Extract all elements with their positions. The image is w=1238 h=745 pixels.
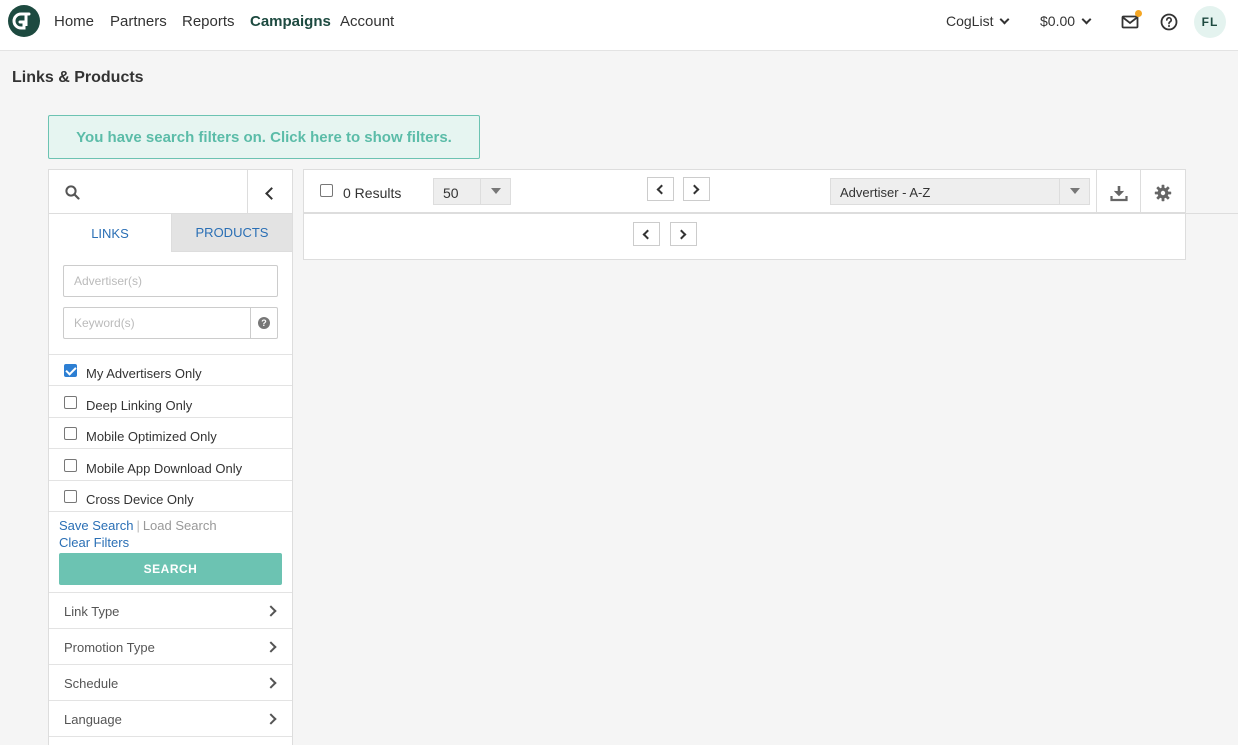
chevron-right-icon [265,677,277,689]
prev-page-button[interactable] [647,177,674,201]
filters-banner[interactable]: You have search filters on. Click here t… [48,115,480,159]
checkbox[interactable] [64,396,77,409]
question-icon: ? [258,317,270,329]
chevron-right-icon [676,229,687,240]
per-page-value: 50 [443,185,459,201]
chevron-right-icon [265,641,277,653]
sidebar-search-row[interactable] [49,170,292,214]
nav-account[interactable]: Account [340,13,394,30]
balance-dropdown[interactable]: $0.00 [1040,13,1092,29]
checkbox-label: Cross Device Only [86,492,194,507]
checkbox-mobile-optimized[interactable]: Mobile Optimized Only [49,418,292,449]
keyword-help-button[interactable]: ? [250,308,277,338]
checkbox-deep-linking[interactable]: Deep Linking Only [49,387,292,418]
checkbox[interactable] [64,459,77,472]
per-page-select[interactable]: 50 [433,178,511,205]
advertiser-field[interactable] [63,265,278,297]
keyword-field[interactable]: ? [63,307,278,339]
accordion-label: Link Type [64,604,120,619]
filter-sidebar: LINKS PRODUCTS ? My Advertisers Only Dee… [48,169,293,745]
caret-down-icon [1070,188,1080,194]
checkbox-checked[interactable] [64,364,77,377]
checkbox[interactable] [64,490,77,503]
dropdown-toggle[interactable] [1059,179,1089,204]
keyword-input[interactable] [64,308,250,338]
advertiser-input[interactable] [64,266,277,296]
checkbox-label: Deep Linking Only [86,398,193,413]
accordion-link-type[interactable]: Link Type [49,592,292,628]
accordion-language[interactable]: Language [49,700,292,736]
help-icon[interactable] [1160,12,1180,32]
tab-links[interactable]: LINKS [49,214,171,252]
account-switcher-label: CogList [946,13,994,29]
select-all-checkbox[interactable] [320,184,333,197]
chevron-right-icon [689,184,700,195]
checkbox[interactable] [64,427,77,440]
download-icon [1110,186,1128,202]
sort-value: Advertiser - A-Z [840,185,931,200]
chevron-down-icon [1081,14,1092,24]
accordion-label: Language [64,712,122,727]
nav-home[interactable]: Home [54,13,94,30]
accordion-more[interactable] [49,736,292,745]
results-toolbar: 0 Results 50 Advertiser - A-Z [304,170,1185,214]
prev-page-button-bottom[interactable] [633,222,660,246]
accordion-schedule[interactable]: Schedule [49,664,292,700]
gear-icon [1154,184,1172,202]
search-button[interactable]: SEARCH [59,553,282,585]
save-search-link[interactable]: Save Search [59,518,133,533]
chevron-down-icon [1000,14,1010,24]
divider [1186,213,1238,214]
clear-filters-row: Clear Filters [59,535,129,550]
chevron-left-icon [656,184,667,195]
balance-label: $0.00 [1040,13,1076,29]
page-title: Links & Products [12,69,144,86]
cj-logo-icon[interactable] [8,5,40,37]
collapse-sidebar-button[interactable] [247,170,292,214]
checkbox-mobile-app-download[interactable]: Mobile App Download Only [49,450,292,481]
user-avatar[interactable]: FL [1194,6,1226,38]
search-icon[interactable] [65,185,80,200]
results-panel: 0 Results 50 Advertiser - A-Z [303,169,1186,260]
chevron-right-icon [265,605,277,617]
next-page-button-bottom[interactable] [670,222,697,246]
saved-search-links: Save Search | Load Search [59,518,217,533]
chevron-right-icon [265,713,277,725]
notification-dot [1135,10,1142,17]
nav-reports[interactable]: Reports [182,13,235,30]
accordion-label: Schedule [64,676,119,691]
chevron-left-icon [642,229,653,240]
chevron-left-icon [265,187,278,200]
checkbox-label: Mobile Optimized Only [86,429,217,444]
checkbox-my-advertisers[interactable]: My Advertisers Only [49,355,292,386]
results-count: 0 Results [343,185,402,201]
top-nav: Home Partners Reports Campaigns Account … [0,0,1238,51]
link-separator: | [136,518,140,533]
tab-products[interactable]: PRODUCTS [171,214,292,252]
accordion-promotion-type[interactable]: Promotion Type [49,628,292,664]
nav-partners[interactable]: Partners [110,13,167,30]
sort-select[interactable]: Advertiser - A-Z [830,178,1090,205]
dropdown-toggle[interactable] [480,179,510,204]
next-page-button[interactable] [683,177,710,201]
checkbox-label: My Advertisers Only [86,366,202,381]
nav-campaigns[interactable]: Campaigns [250,13,331,30]
checkbox-cross-device[interactable]: Cross Device Only [49,481,292,512]
checkbox-label: Mobile App Download Only [86,461,243,476]
clear-filters-link[interactable]: Clear Filters [59,535,129,550]
account-switcher[interactable]: CogList [946,13,1010,29]
mail-icon[interactable] [1121,10,1142,32]
download-button[interactable] [1096,170,1141,214]
caret-down-icon [491,188,501,194]
load-search-link[interactable]: Load Search [143,518,217,533]
accordion-label: Promotion Type [64,640,155,655]
settings-button[interactable] [1140,170,1185,214]
